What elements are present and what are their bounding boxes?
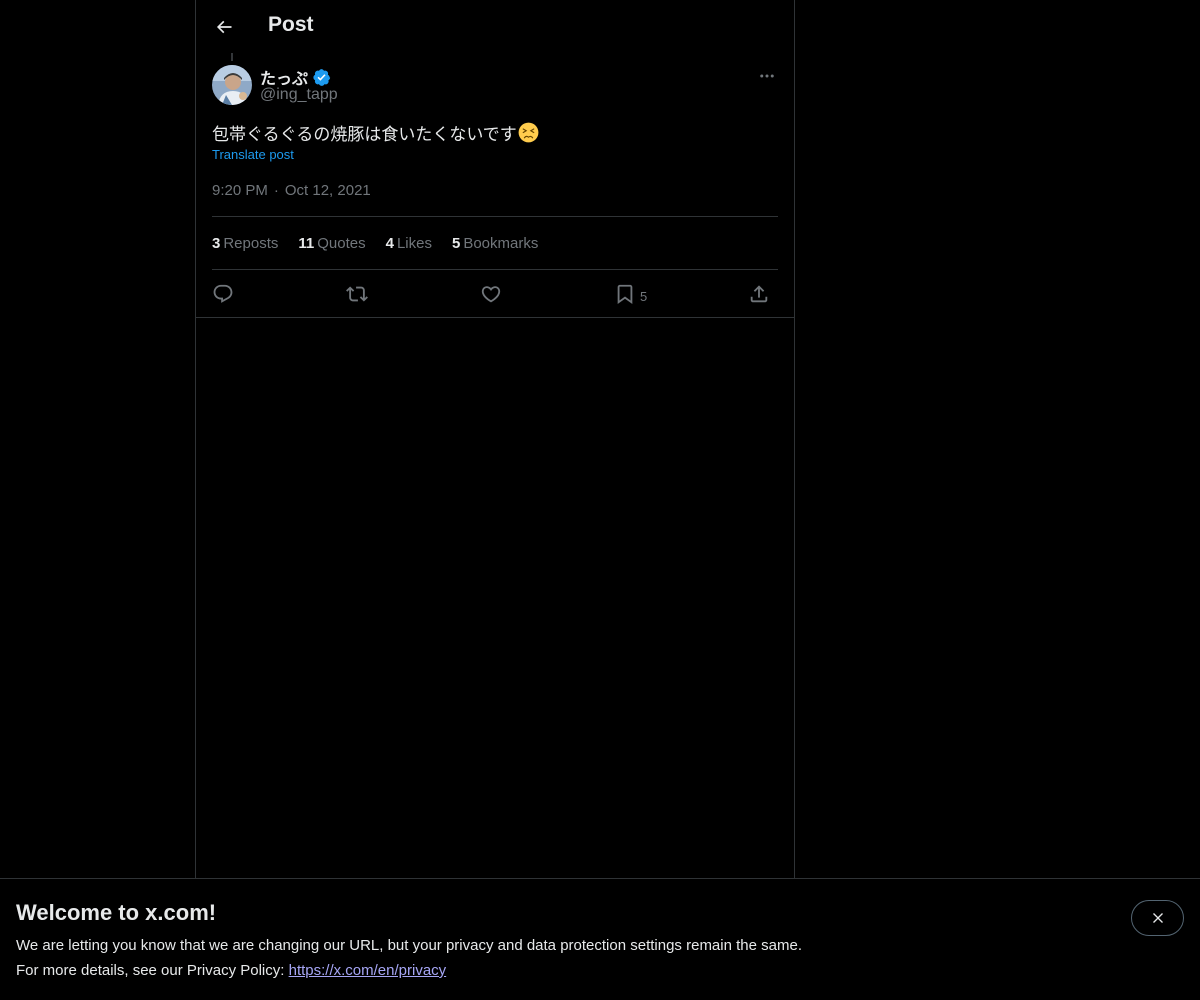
divider xyxy=(212,269,778,270)
likes-count: 4 xyxy=(385,235,394,252)
banner-title: Welcome to x.com! xyxy=(16,900,217,925)
more-options-button[interactable] xyxy=(756,65,778,87)
bookmark-count: 5 xyxy=(640,288,648,304)
more-dots-icon xyxy=(760,74,774,78)
post-author-row: たっぷ @ing_tapp xyxy=(212,65,778,105)
banner-policy-line: For more details, see our Privacy Policy… xyxy=(16,962,446,979)
primary-column: Post たっぷ @ing_tapp 包帯ぐるぐるの焼豚は食いたくないです Tr… xyxy=(195,0,795,1000)
bookmarks-count: 5 xyxy=(451,235,461,252)
banner-message: We are letting you know that we are chan… xyxy=(16,937,802,954)
close-icon xyxy=(1152,913,1163,923)
reposts-count: 3 xyxy=(212,235,221,252)
persevering-face-emoji xyxy=(518,122,539,143)
page-header: Post xyxy=(196,0,794,54)
post-stats: 3 Reposts 11 Quotes 4 Likes 5 Bookmarks xyxy=(212,235,538,252)
quotes-count: 11 xyxy=(298,235,315,252)
bookmarks-stat[interactable]: 5 Bookmarks xyxy=(452,235,538,252)
post-time[interactable]: 9:20 PM xyxy=(212,182,268,199)
reposts-label: Reposts xyxy=(223,235,279,252)
post-text: 包帯ぐるぐるの焼豚は食いたくないです xyxy=(212,120,539,145)
post-date[interactable]: Oct 12, 2021 xyxy=(285,182,371,199)
banner-policy-prefix: For more details, see our Privacy Policy… xyxy=(16,962,285,979)
avatar-image xyxy=(212,65,252,105)
bookmark-icon xyxy=(617,284,633,305)
like-button[interactable] xyxy=(480,281,502,307)
divider xyxy=(196,317,794,318)
share-button[interactable] xyxy=(748,281,770,307)
reply-button[interactable] xyxy=(212,281,234,307)
user-handle[interactable]: @ing_tapp xyxy=(260,86,338,104)
reposts-stat[interactable]: 3 Reposts xyxy=(212,235,278,252)
divider xyxy=(212,216,778,217)
page-title: Post xyxy=(268,13,314,36)
verified-badge-icon xyxy=(313,68,331,86)
quotes-label: Quotes xyxy=(317,235,366,252)
arrow-left-icon xyxy=(216,20,232,34)
thread-connector-line xyxy=(231,53,233,61)
quotes-stat[interactable]: 11 Quotes xyxy=(298,235,365,252)
timestamp-separator: · xyxy=(273,182,279,199)
bookmarks-label: Bookmarks xyxy=(463,235,539,252)
post-actions: 5 xyxy=(212,281,778,307)
reply-icon xyxy=(213,284,233,303)
privacy-policy-link[interactable]: https://x.com/en/privacy xyxy=(289,962,447,979)
likes-label: Likes xyxy=(396,235,432,252)
post-text-content: 包帯ぐるぐるの焼豚は食いたくないです xyxy=(212,125,517,144)
bookmark-button[interactable]: 5 xyxy=(614,281,647,307)
repost-button[interactable] xyxy=(346,281,368,307)
post-timestamp[interactable]: 9:20 PM · Oct 12, 2021 xyxy=(212,182,371,199)
repost-icon xyxy=(346,286,368,302)
welcome-banner: Welcome to x.com! We are letting you kno… xyxy=(0,878,1200,1000)
back-button[interactable] xyxy=(208,11,240,43)
share-icon xyxy=(750,285,768,303)
likes-stat[interactable]: 4 Likes xyxy=(386,235,432,252)
avatar[interactable] xyxy=(212,65,252,105)
banner-close-button[interactable] xyxy=(1131,900,1184,936)
translate-post-link[interactable]: Translate post xyxy=(212,147,294,162)
heart-icon xyxy=(481,286,501,303)
